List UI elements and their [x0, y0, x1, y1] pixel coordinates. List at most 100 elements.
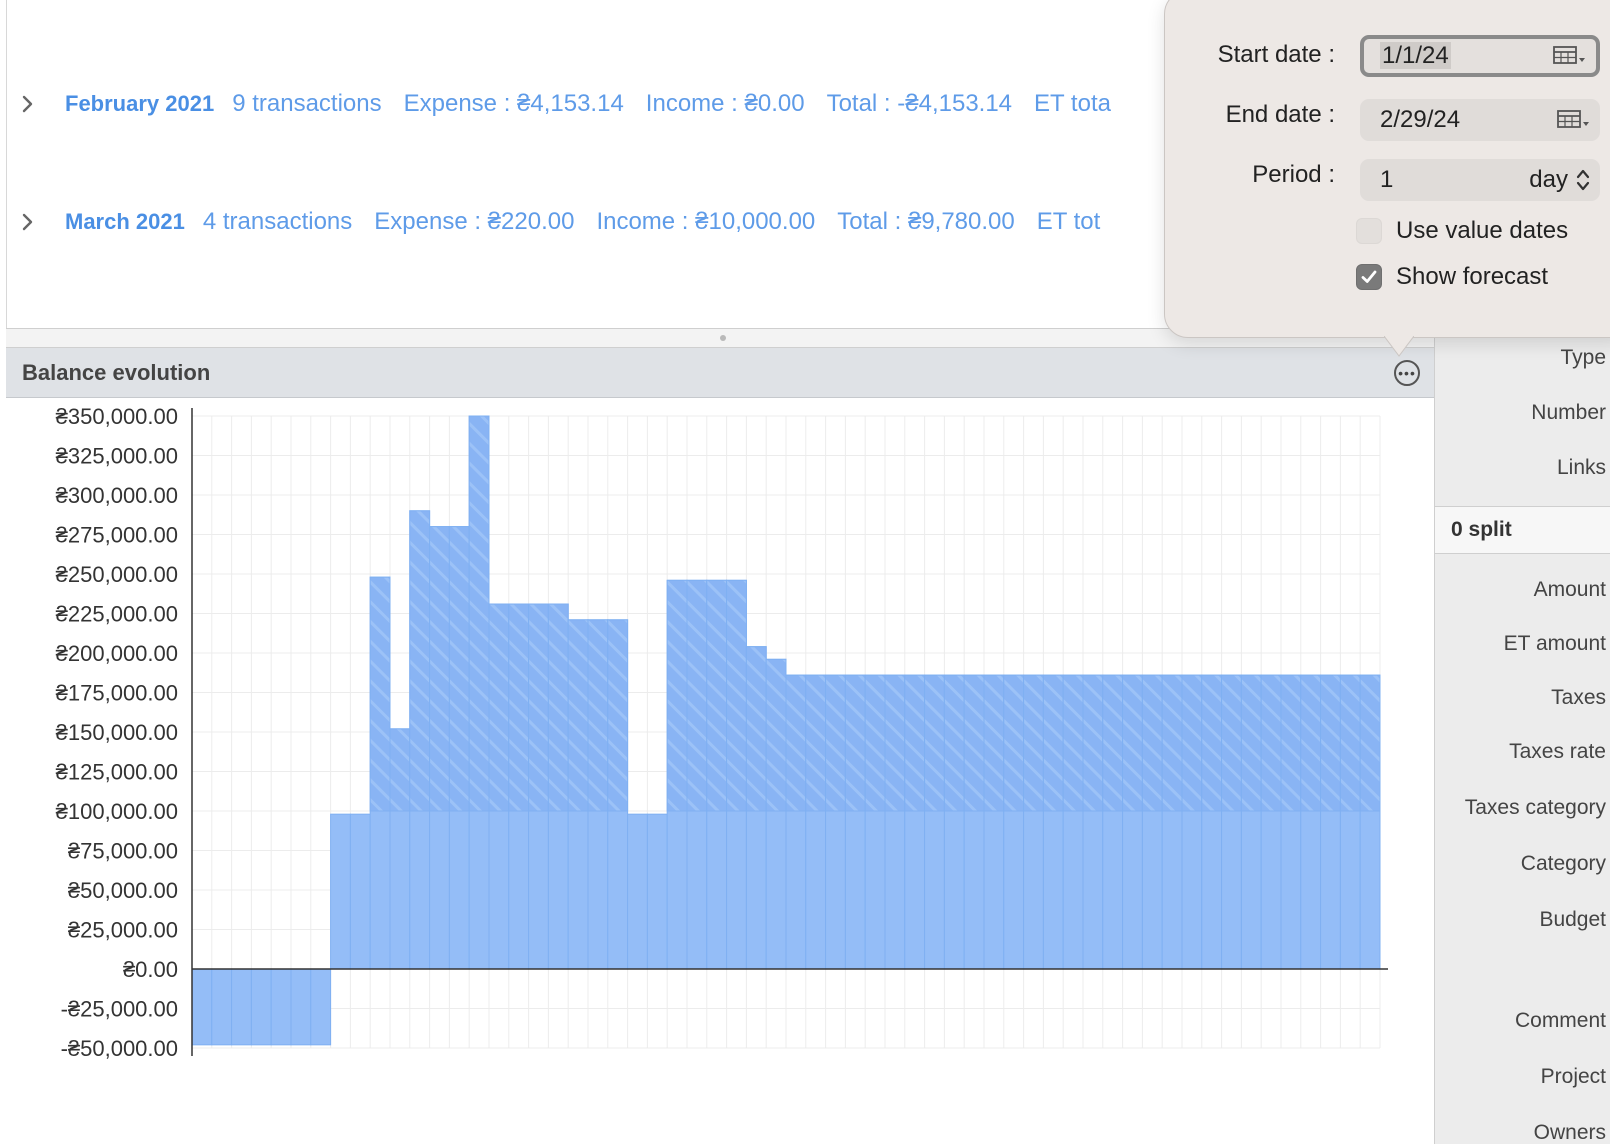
balance-bar[interactable] — [627, 813, 648, 970]
transaction-count: 4 transactions — [202, 208, 353, 235]
forecast-bar-segment — [706, 579, 728, 812]
start-date-value: 1/1/24 — [1380, 42, 1451, 69]
forecast-bar-segment — [1339, 674, 1361, 812]
income-summary: Income : ₴10,000.00 — [596, 208, 816, 235]
balance-bar[interactable] — [290, 968, 312, 1046]
end-date-value: 2/29/24 — [1380, 106, 1461, 133]
total-summary: Total : ₴9,780.00 — [837, 208, 1015, 235]
calendar-icon[interactable] — [1552, 44, 1586, 68]
balance-bar[interactable] — [231, 968, 252, 1046]
forecast-bar-segment — [409, 510, 431, 812]
forecast-bar-segment — [1122, 674, 1143, 812]
forecast-bar-segment — [1260, 674, 1282, 812]
forecast-bar-segment — [547, 603, 569, 812]
forecast-bar-segment — [785, 674, 807, 812]
y-tick-label: ₴50,000.00 — [68, 878, 178, 903]
stepper-updown-icon[interactable] — [1574, 166, 1592, 194]
show-forecast-row[interactable]: Show forecast — [1356, 263, 1548, 291]
forecast-bar-segment — [1240, 674, 1262, 812]
inspector-label-taxes: Taxes — [1551, 686, 1606, 709]
y-tick-label: ₴150,000.00 — [56, 720, 178, 745]
forecast-bar-segment — [1141, 674, 1163, 812]
y-tick-label: -₴25,000.00 — [61, 997, 178, 1022]
balance-bar[interactable] — [250, 968, 272, 1046]
forecast-bar-segment — [369, 576, 391, 812]
forecast-bar-segment — [567, 619, 589, 812]
divider-handle[interactable] — [720, 335, 726, 341]
balance-bar[interactable] — [211, 968, 233, 1046]
show-forecast-checkbox[interactable] — [1356, 264, 1382, 290]
forecast-bar-segment — [844, 674, 866, 812]
period-unit-select[interactable]: day — [1529, 166, 1568, 194]
expense-summary: Expense : ₴4,153.14 — [403, 90, 624, 117]
y-tick-label: -₴50,000.00 — [61, 1036, 178, 1061]
forecast-bar-segment — [587, 619, 609, 812]
forecast-bar-segment — [666, 579, 688, 812]
panel-title: Balance evolution — [22, 359, 211, 385]
period-field[interactable]: 1 day — [1360, 159, 1600, 201]
y-tick-label: ₴75,000.00 — [68, 839, 178, 864]
forecast-bar-segment — [1280, 674, 1302, 812]
y-tick-label: ₴250,000.00 — [56, 562, 178, 587]
forecast-bar-segment — [686, 579, 708, 812]
forecast-bar-segment — [1062, 674, 1084, 812]
balance-bar[interactable] — [330, 813, 351, 970]
chart-settings-popover: Start date : 1/1/24 End date : 2/29/24 P… — [1164, 0, 1610, 338]
start-date-field[interactable]: 1/1/24 — [1360, 35, 1600, 77]
show-forecast-label: Show forecast — [1396, 263, 1549, 290]
use-value-dates-checkbox[interactable] — [1356, 218, 1382, 244]
month-group-row[interactable]: February 2021 9 transactions Expense : ₴… — [7, 84, 1133, 124]
y-tick-label: ₴325,000.00 — [56, 444, 178, 469]
inspector-label-category: Category — [1520, 852, 1606, 875]
transaction-count: 9 transactions — [232, 90, 382, 117]
chevron-right-icon[interactable] — [19, 213, 37, 231]
calendar-icon[interactable] — [1556, 108, 1590, 132]
forecast-bar-segment — [884, 674, 906, 812]
balance-bar[interactable] — [270, 968, 292, 1046]
inspector-label-taxes-rate: Taxes rate — [1509, 740, 1606, 763]
forecast-bar-segment — [1102, 674, 1124, 812]
forecast-bar-segment — [1359, 674, 1381, 812]
balance-bar[interactable] — [349, 813, 371, 970]
y-tick-label: ₴100,000.00 — [56, 799, 178, 824]
et-total-summary: ET tot — [1036, 208, 1101, 235]
forecast-bar-segment — [1221, 674, 1242, 812]
end-date-label: End date : — [1225, 101, 1335, 128]
forecast-bar-segment — [607, 619, 629, 812]
inspector-label-owners: Owners — [1533, 1121, 1606, 1144]
et-total-summary: ET tota — [1034, 90, 1111, 117]
forecast-bar-segment — [1082, 674, 1104, 812]
forecast-bar-segment — [1320, 674, 1341, 812]
month-group-row[interactable]: March 2021 4 transactions Expense : ₴220… — [7, 202, 1122, 242]
ellipsis-circle-icon[interactable]: ••• — [1394, 360, 1420, 386]
use-value-dates-label: Use value dates — [1396, 217, 1569, 244]
balance-bar[interactable] — [191, 968, 213, 1046]
forecast-bar-segment — [508, 603, 530, 812]
y-tick-label: ₴225,000.00 — [56, 602, 178, 627]
y-tick-label: ₴0.00 — [123, 957, 178, 982]
app-window: February 2021 9 transactions Expense : ₴… — [0, 0, 1610, 1144]
forecast-bar-segment — [765, 658, 787, 812]
forecast-bar-segment — [1023, 674, 1044, 812]
forecast-bar-segment — [468, 415, 490, 812]
end-date-field[interactable]: 2/29/24 — [1360, 99, 1600, 141]
start-date-label: Start date : — [1217, 41, 1335, 68]
balance-bar[interactable] — [646, 813, 668, 970]
chevron-right-icon[interactable] — [19, 95, 37, 113]
month-label: March 2021 — [65, 209, 185, 234]
forecast-bar-segment — [1181, 674, 1203, 812]
checkmark-icon — [1361, 270, 1377, 283]
balance-panel-header: Balance evolution ••• — [6, 348, 1434, 398]
use-value-dates-row[interactable]: Use value dates — [1356, 217, 1568, 245]
inspector-label-number: Number — [1531, 401, 1606, 424]
balance-bar[interactable] — [310, 968, 332, 1046]
forecast-bar-segment — [528, 603, 549, 812]
y-tick-label: ₴175,000.00 — [56, 681, 178, 706]
y-tick-label: ₴275,000.00 — [56, 523, 178, 548]
forecast-bar-segment — [983, 674, 1005, 812]
split-section-header[interactable]: 0 split — [1435, 506, 1610, 554]
forecast-bar-segment — [1003, 674, 1025, 812]
y-tick-label: ₴350,000.00 — [56, 404, 178, 429]
y-tick-label: ₴125,000.00 — [56, 760, 178, 785]
inspector-label-budget: Budget — [1539, 908, 1606, 931]
